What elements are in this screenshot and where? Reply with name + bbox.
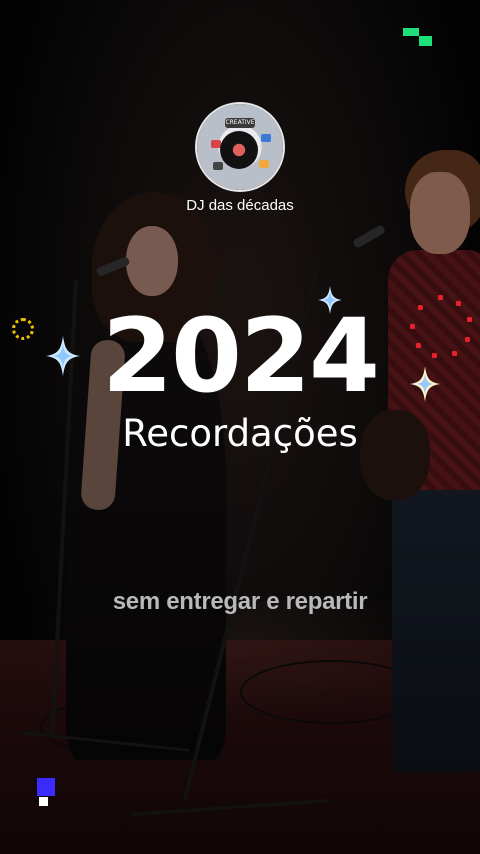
profile-avatar[interactable]: CREATIVE bbox=[197, 104, 283, 190]
lyric-caption: sem entregar e repartir bbox=[112, 588, 368, 615]
avatar-chip bbox=[213, 162, 223, 170]
pixel-squares-icon bbox=[37, 778, 55, 796]
avatar-chip bbox=[261, 134, 271, 142]
pixel-squares-icon bbox=[403, 28, 419, 36]
recap-subtitle: Recordações bbox=[122, 412, 358, 455]
pixel-squares-icon bbox=[419, 36, 432, 46]
pixel-squares-icon bbox=[39, 797, 48, 806]
avatar-chip bbox=[259, 160, 269, 168]
avatar-label-plate: CREATIVE bbox=[225, 118, 255, 128]
year-title: 2024 bbox=[102, 297, 380, 416]
vinyl-record-icon bbox=[220, 131, 258, 169]
username-label[interactable]: DJ das décadas bbox=[0, 197, 480, 214]
